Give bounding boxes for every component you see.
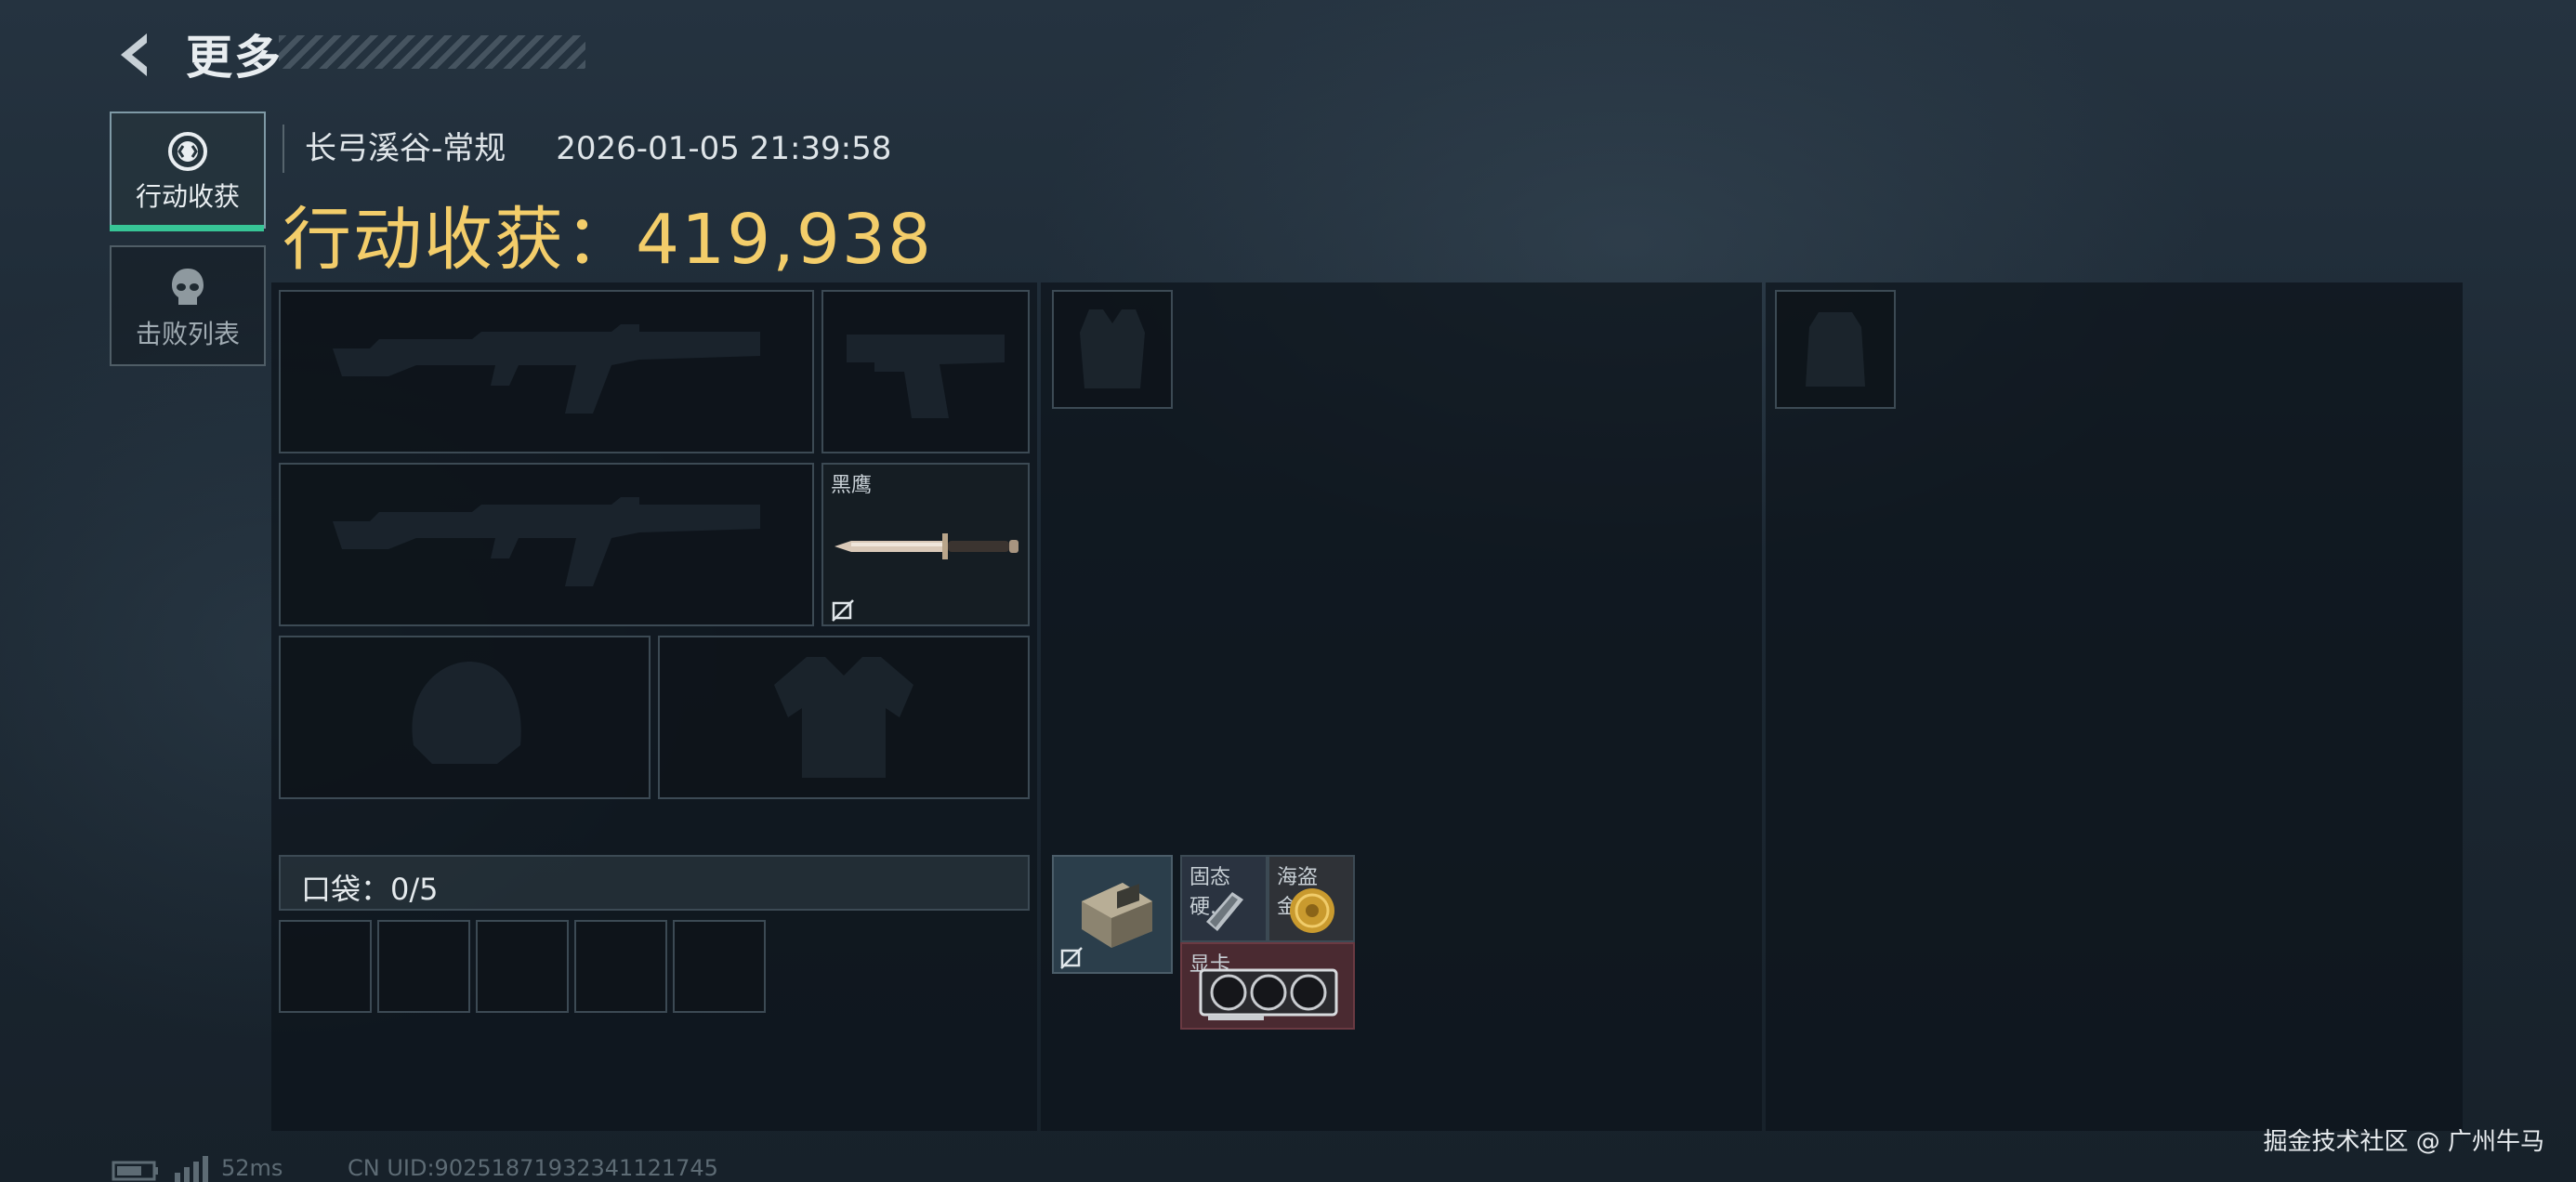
match-info: 长弓溪谷-常规 2026-01-05 21:39:58 — [283, 125, 891, 173]
primary-weapon-slot-2[interactable] — [279, 463, 814, 626]
pocket-slot[interactable] — [673, 920, 766, 1013]
backpack-content-gold-coin[interactable]: 海盗金... — [1268, 855, 1355, 942]
rifle-icon — [333, 497, 760, 586]
backpack-content-graphics-card[interactable]: 显卡 — [1180, 942, 1355, 1030]
chest-rig-icon — [1080, 309, 1145, 388]
tab-loot[interactable]: 行动收获 — [110, 112, 266, 229]
backpack-slot[interactable] — [1775, 290, 1896, 409]
ping-text: 52ms — [221, 1155, 283, 1181]
body-armor-slot[interactable] — [658, 636, 1030, 799]
signal-icon — [175, 1156, 208, 1182]
insured-icon — [832, 599, 854, 622]
ssd-icon — [1206, 892, 1243, 931]
battery-icon — [112, 1161, 158, 1181]
backpack-item[interactable] — [1052, 855, 1173, 974]
back-button[interactable] — [110, 28, 164, 82]
loot-total: 行动收获：419,938 — [283, 184, 933, 283]
target-icon — [168, 132, 207, 171]
knife-icon — [835, 533, 1019, 559]
melee-slot[interactable]: 黑鹰 — [821, 463, 1030, 626]
gold-coin-icon — [1290, 888, 1334, 933]
pocket-slot[interactable] — [476, 920, 569, 1013]
graphics-card-icon — [1199, 968, 1338, 1020]
backpack-icon — [1082, 883, 1152, 948]
tab-defeat-list[interactable]: 击败列表 — [110, 245, 266, 366]
skull-icon — [172, 269, 204, 305]
map-name: 长弓溪谷-常规 — [305, 130, 506, 167]
pocket-header: 口袋：0/5 — [279, 855, 1030, 911]
insured-icon — [1060, 947, 1083, 969]
tab-loot-label: 行动收获 — [135, 181, 240, 212]
pistol-icon — [847, 335, 1005, 418]
uid-text: CN UID:9025187193234112174​5 — [348, 1155, 718, 1181]
watermark: 掘金技术社区 @ 广州牛马 — [2263, 1128, 2544, 1156]
chest-rig-panel: 固态硬... 海盗金... 显卡 — [1041, 282, 1762, 1131]
pocket-slot[interactable] — [377, 920, 470, 1013]
pocket-label: 口袋：0/5 — [301, 872, 439, 907]
chest-rig-slot[interactable] — [1052, 290, 1173, 409]
pocket-slot[interactable] — [279, 920, 372, 1013]
back-arrow-icon — [121, 33, 147, 76]
backpack-content-ssd[interactable]: 固态硬... — [1180, 855, 1268, 942]
melee-name: 黑鹰 — [831, 474, 873, 497]
match-time: 2026-01-05 21:39:58 — [556, 130, 892, 167]
active-tab-indicator — [110, 225, 264, 231]
pistol-slot[interactable] — [821, 290, 1030, 453]
tab-defeat-list-label: 击败列表 — [135, 319, 240, 349]
rifle-icon — [333, 324, 760, 414]
helmet-icon — [412, 662, 521, 764]
page-title: 更多 — [186, 31, 283, 85]
helmet-slot[interactable] — [279, 636, 651, 799]
primary-weapon-slot-1[interactable] — [279, 290, 814, 453]
loot-label: 行动收获： — [283, 200, 636, 280]
backpack-panel — [1766, 282, 2463, 1131]
body-armor-icon — [774, 657, 913, 778]
title-decoration — [279, 35, 585, 69]
loot-value: 419,938 — [636, 200, 934, 280]
backpack-icon — [1806, 312, 1865, 387]
pocket-slot[interactable] — [574, 920, 667, 1013]
